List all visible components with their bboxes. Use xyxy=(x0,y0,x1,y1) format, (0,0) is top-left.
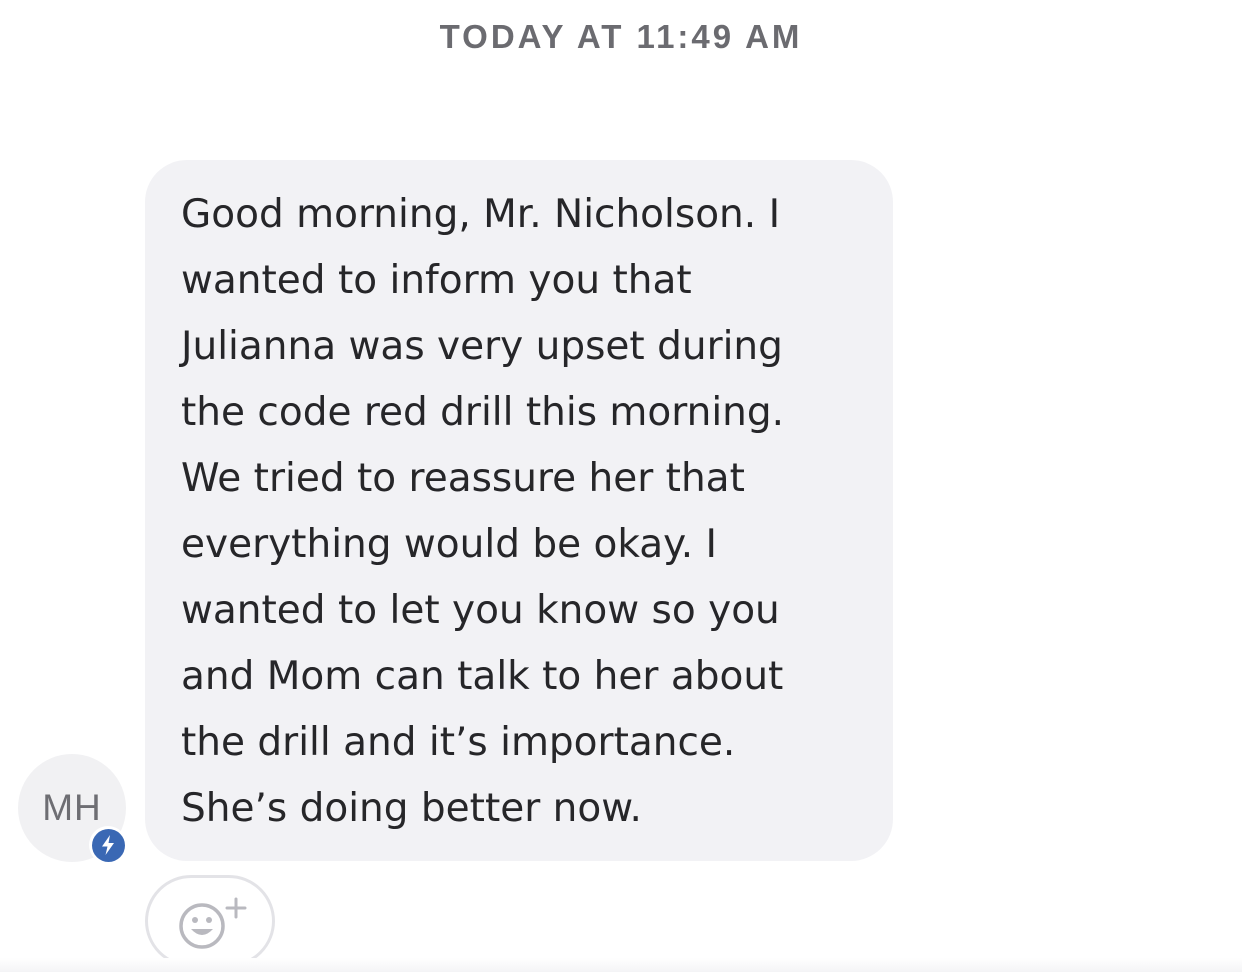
add-reaction-button[interactable] xyxy=(145,875,275,967)
avatar-initials: MH xyxy=(42,787,102,828)
lightning-bolt-icon xyxy=(91,828,125,862)
message-bubble[interactable]: Good morning, Mr. Nicholson. I wanted to… xyxy=(145,160,893,861)
lightning-bolt-badge xyxy=(89,826,127,864)
conversation-view: TODAY AT 11:49 AM MH Good morning, Mr. N… xyxy=(0,0,1242,972)
add-emoji-reaction-icon xyxy=(179,897,247,949)
message-timestamp: TODAY AT 11:49 AM xyxy=(439,18,803,55)
message-text: Good morning, Mr. Nicholson. I wanted to… xyxy=(181,192,785,831)
bottom-edge xyxy=(0,958,1242,972)
